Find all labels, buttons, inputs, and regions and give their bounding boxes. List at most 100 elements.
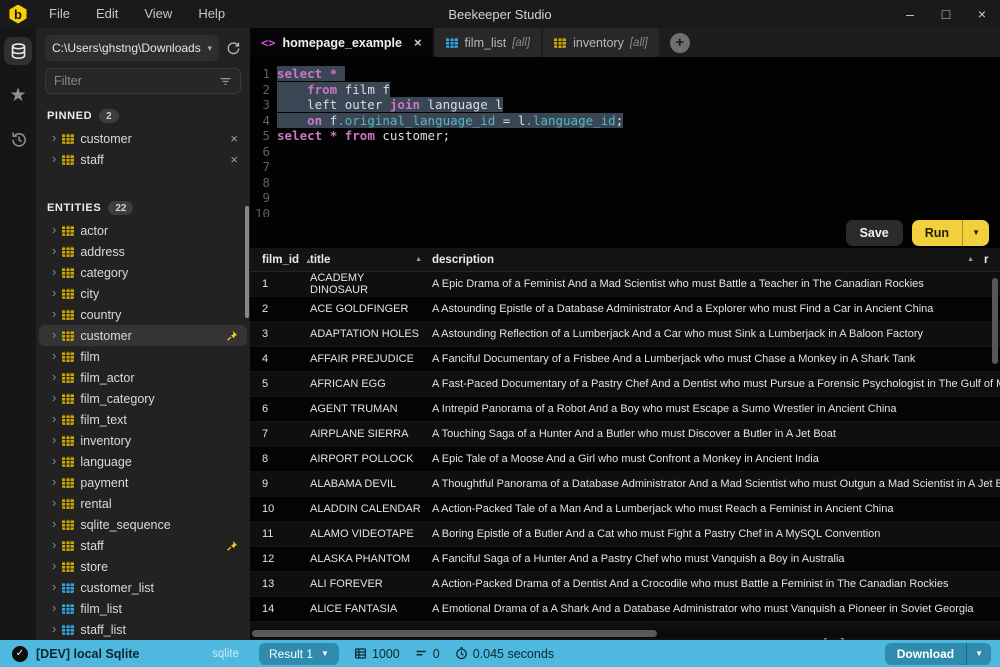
column-header-title[interactable]: title ▲	[310, 254, 432, 266]
table-row[interactable]: 8 AIRPORT POLLOCK A Epic Tale of a Moose A…	[250, 447, 1000, 472]
code-pane[interactable]: select * from film f left outer join lan…	[277, 66, 1000, 217]
chevron-down-icon: ▾	[207, 42, 212, 53]
entity-item-sqlite_sequence[interactable]: › sqlite_sequence	[39, 514, 247, 535]
column-header-partial[interactable]: r	[984, 254, 1000, 266]
chevron-right-icon: ›	[52, 600, 57, 615]
save-button[interactable]: Save	[845, 219, 903, 246]
menu-help[interactable]: Help	[185, 0, 238, 28]
cell-film-id: 11	[262, 528, 274, 540]
database-nav-button[interactable]	[4, 37, 32, 65]
history-nav-button[interactable]	[4, 125, 32, 153]
entity-item-staff_list[interactable]: › staff_list	[39, 619, 247, 640]
editor-toolbar: Save Run ▼	[250, 217, 1000, 248]
sql-editor[interactable]: 1 2 3 4 5 6 7 8 9 10 select * from film f left ou…	[250, 57, 1000, 221]
app-logo[interactable]: b	[0, 4, 36, 24]
table-row[interactable]: 1 ACADEMY DINOSAUR A Epic Drama of a Femin…	[250, 272, 1000, 297]
entity-item-label: city	[80, 286, 100, 301]
close-icon[interactable]: ×	[964, 0, 1000, 28]
entity-item-customer[interactable]: › customer	[39, 325, 247, 346]
table-row[interactable]: 5 AFRICAN EGG A Fast-Paced Documentary of …	[250, 372, 1000, 397]
refresh-icon[interactable]	[226, 41, 241, 56]
table-row[interactable]: 3 ADAPTATION HOLES A Astounding Reflection…	[250, 322, 1000, 347]
entity-item-film_actor[interactable]: › film_actor	[39, 367, 247, 388]
entity-item-city[interactable]: › city	[39, 283, 247, 304]
tab-inventory[interactable]: inventory [all]	[543, 28, 659, 57]
menu-file[interactable]: File	[36, 0, 83, 28]
filter-input[interactable]	[54, 74, 219, 88]
download-dropdown-caret-icon[interactable]: ▼	[966, 642, 991, 665]
new-tab-button[interactable]: +	[669, 32, 690, 53]
entity-item-rental[interactable]: › rental	[39, 493, 247, 514]
selection-highlight: on f.original_language_id = l.language_i…	[277, 112, 624, 128]
run-button[interactable]: Run	[912, 220, 962, 246]
minimize-icon[interactable]: –	[892, 0, 928, 28]
vertical-scrollbar[interactable]	[992, 278, 998, 364]
table-rows-icon	[354, 648, 366, 659]
table-row[interactable]: 2 ACE GOLDFINGER A Astounding Epistle of a…	[250, 297, 1000, 322]
table-icon	[62, 540, 75, 551]
cell-description: A Astounding Epistle of a Database Admin…	[432, 303, 934, 315]
run-dropdown-caret-icon[interactable]: ▼	[962, 219, 989, 246]
pin-icon	[226, 330, 238, 342]
entity-item-film[interactable]: › film	[39, 346, 247, 367]
menu-edit[interactable]: Edit	[83, 0, 131, 28]
column-header-description[interactable]: description ▲	[432, 254, 984, 266]
pinned-item-customer[interactable]: › customer ×	[39, 128, 247, 149]
entity-item-film_category[interactable]: › film_category	[39, 388, 247, 409]
cell-title: ALI FOREVER	[310, 578, 383, 590]
result-selector-button[interactable]: Result 1 ▼	[259, 642, 339, 665]
entity-item-country[interactable]: › country	[39, 304, 247, 325]
entity-item-inventory[interactable]: › inventory	[39, 430, 247, 451]
table-row[interactable]: 6 AGENT TRUMAN A Intrepid Panorama of a Ro…	[250, 397, 1000, 422]
entity-item-label: country	[80, 307, 122, 322]
table-row[interactable]: 14 ALICE FANTASIA A Emotional Drama of a A…	[250, 597, 1000, 622]
table-row[interactable]: 4 AFFAIR PREJUDICE A Fanciful Documentary …	[250, 347, 1000, 372]
table-row[interactable]: 11 ALAMO VIDEOTAPE A Boring Epistle of a B…	[250, 522, 1000, 547]
table-row[interactable]: 13 ALI FOREVER A Action-Packed Drama of a …	[250, 572, 1000, 597]
db-type-label: sqlite	[212, 647, 239, 660]
horizontal-scrollbar[interactable]	[252, 630, 657, 637]
tab-homepage_example[interactable]: <> homepage_example ×	[250, 28, 433, 57]
table-row[interactable]: 12 ALASKA PHANTOM A Fanciful Saga of a Hun…	[250, 547, 1000, 572]
favorites-nav-button[interactable]: ★	[4, 81, 32, 109]
download-button[interactable]: Download	[885, 643, 966, 665]
connected-check-icon: ✓	[12, 645, 28, 662]
entity-item-payment[interactable]: › payment	[39, 472, 247, 493]
unpin-close-icon[interactable]: ×	[230, 131, 238, 146]
cell-description: A Epic Drama of a Feminist And a Mad Sci…	[432, 278, 924, 290]
statusbar-connection[interactable]: ✓ [DEV] local Sqlite sqlite	[0, 645, 250, 662]
left-rail: ★	[0, 28, 36, 640]
filter-icon[interactable]	[219, 75, 232, 88]
table-row[interactable]: 9 ALABAMA DEVIL A Thoughtful Panorama of a…	[250, 472, 1000, 497]
close-tab-icon[interactable]: ×	[414, 35, 422, 50]
line-number: 4	[262, 112, 270, 128]
pinned-item-staff[interactable]: › staff ×	[39, 149, 247, 170]
column-header-film-id[interactable]: film_id ▲	[250, 254, 312, 266]
code-line: on f.original_language_id = l.language_i…	[277, 112, 1000, 129]
cell-description: A Intrepid Panorama of a Robot And a Boy…	[432, 403, 897, 415]
table-row[interactable]: 7 AIRPLANE SIERRA A Touching Saga of a Hun…	[250, 422, 1000, 447]
entity-item-category[interactable]: › category	[39, 262, 247, 283]
entity-item-language[interactable]: › language	[39, 451, 247, 472]
entity-item-address[interactable]: › address	[39, 241, 247, 262]
maximize-icon[interactable]: □	[928, 0, 964, 28]
entity-item-store[interactable]: › store	[39, 556, 247, 577]
chevron-right-icon: ›	[52, 285, 57, 300]
pinned-list: › customer × › staff ×	[36, 128, 250, 170]
entity-item-staff[interactable]: › staff	[39, 535, 247, 556]
table-icon	[62, 561, 75, 572]
cell-film-id: 6	[262, 403, 269, 415]
sidebar-scrollbar[interactable]	[245, 206, 249, 318]
unpin-close-icon[interactable]: ×	[230, 152, 238, 167]
connection-selector[interactable]: C:\Users\ghstng\Downloads ▾	[45, 35, 219, 61]
entity-item-customer_list[interactable]: › customer_list	[39, 577, 247, 598]
table-row[interactable]: 10 ALADDIN CALENDAR A Action-Packed Tale o…	[250, 497, 1000, 522]
tab-label: homepage_example	[282, 35, 402, 50]
cell-title: ALAMO VIDEOTAPE	[310, 528, 414, 540]
entity-item-actor[interactable]: › actor	[39, 220, 247, 241]
tab-film_list[interactable]: film_list [all]	[434, 28, 542, 57]
menu-view[interactable]: View	[131, 0, 185, 28]
entity-item-film_list[interactable]: › film_list	[39, 598, 247, 619]
entities-list: › actor › address › category › city › country › cus…	[36, 220, 250, 640]
entity-item-film_text[interactable]: › film_text	[39, 409, 247, 430]
